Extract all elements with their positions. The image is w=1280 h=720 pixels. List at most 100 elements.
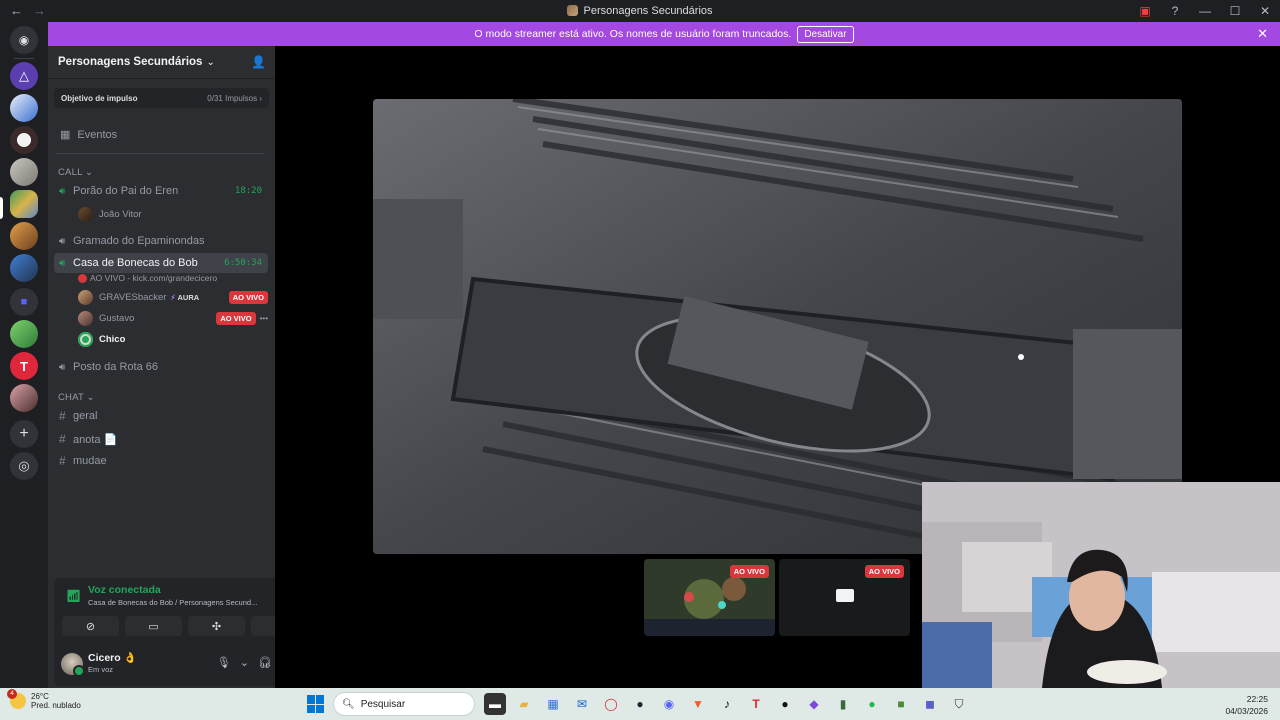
activities-button[interactable]: ✣ bbox=[188, 616, 245, 636]
discover-icon[interactable]: ◎ bbox=[10, 452, 38, 480]
brave-icon[interactable]: ▼ bbox=[687, 693, 709, 715]
voice-channel-casa[interactable]: 🔊︎ Casa de Bonecas do Bob 6:50:34 bbox=[54, 253, 268, 273]
server-icon-cat[interactable] bbox=[10, 158, 38, 186]
events-item[interactable]: ▦ Eventos bbox=[60, 128, 117, 142]
server-rail: ◉ △ ■ T + ◎ bbox=[0, 21, 48, 688]
screen-share-icon[interactable]: ▣ bbox=[1130, 4, 1160, 18]
server-icon-face[interactable] bbox=[10, 126, 38, 154]
clock-time: 22:25 bbox=[1246, 694, 1268, 704]
spotify-icon[interactable]: ● bbox=[861, 693, 883, 715]
tiktok-icon[interactable]: ♪ bbox=[716, 693, 738, 715]
notification-badge: 4 bbox=[7, 689, 17, 699]
hash-icon: # bbox=[59, 454, 66, 468]
app-icon[interactable]: ● bbox=[774, 693, 796, 715]
boost-goal-bar[interactable]: Objetivo de impulso 0/31 Impulsos › bbox=[54, 88, 269, 108]
voice-user[interactable]: João Vitor bbox=[78, 205, 268, 223]
live-badge: AO VIVO bbox=[228, 290, 268, 304]
opera-icon[interactable]: ◯ bbox=[600, 693, 622, 715]
teams-icon[interactable]: ◼ bbox=[919, 693, 941, 715]
voice-detail: Casa de Bonecas do Bob / Personagens Sec… bbox=[88, 598, 258, 607]
server-icon-girl[interactable] bbox=[10, 384, 38, 412]
store-icon[interactable]: ▦ bbox=[542, 693, 564, 715]
headphones-icon[interactable]: 🎧︎ bbox=[258, 656, 272, 669]
server-icon-personagens[interactable] bbox=[10, 190, 38, 218]
text-channel-geral[interactable]: # geral bbox=[54, 406, 268, 426]
server-icon-tf[interactable]: T bbox=[10, 352, 38, 380]
user-name: GRAVESbacker bbox=[99, 291, 167, 303]
banner-text: O modo streamer está ativo. Os nomes de … bbox=[474, 28, 792, 40]
server-icon-character[interactable] bbox=[10, 254, 38, 282]
stream-thumbnail-game[interactable]: AO VIVO bbox=[644, 559, 775, 636]
channel-status: AO VIVO - kick.com/grandecicero bbox=[78, 273, 217, 283]
close-icon[interactable]: ✕ bbox=[1257, 26, 1268, 42]
start-button[interactable] bbox=[307, 695, 325, 713]
maximize-button[interactable]: ☐ bbox=[1220, 4, 1250, 18]
app-icon-purple[interactable]: ◆ bbox=[803, 693, 825, 715]
category-chat[interactable]: CHAT ⌄ bbox=[58, 392, 95, 403]
boost-value: 0/31 Impulsos › bbox=[207, 93, 262, 103]
add-server-icon[interactable]: + bbox=[10, 420, 38, 448]
text-channel-anota[interactable]: # anota 📄 bbox=[54, 429, 268, 449]
voice-channel-gramado[interactable]: 🔊︎ Gramado do Epaminondas bbox=[54, 231, 268, 251]
steam-icon[interactable]: ● bbox=[629, 693, 651, 715]
share-screen-button[interactable]: ▭ bbox=[125, 616, 182, 636]
user-name[interactable]: Cicero 👌 bbox=[88, 651, 137, 664]
t-app-icon[interactable]: T bbox=[745, 693, 767, 715]
forward-arrow-icon[interactable]: → bbox=[33, 3, 46, 18]
hash-icon: # bbox=[59, 432, 66, 446]
channel-name: geral bbox=[73, 410, 98, 422]
speaker-icon: 🔊︎ bbox=[59, 185, 66, 197]
camera-off-button[interactable]: ⊘ bbox=[62, 616, 119, 636]
taskbar-search[interactable]: 🔍︎ Pesquisar bbox=[333, 692, 475, 716]
server-icon bbox=[567, 4, 579, 16]
disable-streamer-button[interactable]: Desativar bbox=[797, 25, 854, 43]
live-badge: AO VIVO bbox=[729, 565, 769, 578]
voice-channel-porao[interactable]: 🔊︎ Porão do Pai do Eren 18:20 bbox=[54, 181, 268, 201]
speaker-icon: 🔊︎ bbox=[59, 361, 66, 373]
chevron-down-icon[interactable]: ⌄ bbox=[240, 656, 249, 669]
shield-app-icon[interactable]: ⛉ bbox=[948, 693, 970, 715]
voice-status[interactable]: Voz conectada bbox=[88, 584, 161, 596]
server-header[interactable]: Personagens Secundários ⌄ 👤 bbox=[48, 46, 275, 79]
category-call[interactable]: CALL ⌄ bbox=[58, 167, 93, 178]
channel-sidebar: Personagens Secundários ⌄ 👤 Objetivo de … bbox=[48, 46, 317, 688]
voice-user[interactable]: Chico bbox=[78, 330, 268, 348]
avatar bbox=[78, 289, 93, 305]
minimize-button[interactable]: — bbox=[1190, 4, 1220, 18]
voice-user[interactable]: GRAVESbacker ⚡︎ AURA AO VIVO bbox=[78, 288, 268, 306]
signal-icon[interactable]: 📶︎ bbox=[66, 589, 81, 603]
user-name: Gustavo bbox=[99, 312, 135, 324]
server-icon-anime[interactable] bbox=[10, 94, 38, 122]
invite-people-icon[interactable]: 👤 bbox=[251, 55, 266, 69]
server-icon-green[interactable] bbox=[10, 320, 38, 348]
discord-icon[interactable]: ◉ bbox=[658, 693, 680, 715]
close-window-button[interactable]: ✕ bbox=[1250, 4, 1280, 18]
voice-user[interactable]: Gustavo AO VIVO ••• bbox=[78, 309, 268, 327]
voice-channel-posto[interactable]: 🔊︎ Posto da Rota 66 bbox=[54, 357, 268, 377]
taskbar-clock[interactable]: 22:25 04/03/2026 bbox=[1225, 693, 1268, 717]
weather-widget[interactable]: 4 26°C Pred. nublado bbox=[7, 689, 81, 710]
webcam-image bbox=[922, 482, 1280, 688]
microphone-icon[interactable]: 🎙︎ bbox=[217, 656, 231, 669]
user-avatar[interactable] bbox=[61, 653, 85, 677]
server-icon-orange[interactable] bbox=[10, 222, 38, 250]
text-channel-mudae[interactable]: # mudae bbox=[54, 451, 268, 471]
back-arrow-icon[interactable]: ← bbox=[10, 3, 23, 18]
file-explorer-icon[interactable]: ▰ bbox=[513, 693, 535, 715]
search-placeholder: Pesquisar bbox=[360, 698, 406, 710]
discord-home-icon[interactable]: ◉ bbox=[10, 26, 38, 54]
server-name: Personagens Secundários bbox=[58, 56, 203, 68]
app-icon-book[interactable]: ▮ bbox=[832, 693, 854, 715]
outlook-icon[interactable]: ✉ bbox=[571, 693, 593, 715]
stream-thumbnail-screen[interactable]: AO VIVO bbox=[779, 559, 910, 636]
folder-icon[interactable]: ■ bbox=[10, 288, 38, 316]
clock-date: 04/03/2026 bbox=[1225, 706, 1268, 716]
minecraft-icon[interactable]: ■ bbox=[890, 693, 912, 715]
screen-share-icon bbox=[836, 589, 854, 602]
channel-name: Porão do Pai do Eren bbox=[73, 185, 179, 197]
server-icon-triangle[interactable]: △ bbox=[10, 62, 38, 90]
help-icon[interactable]: ? bbox=[1160, 4, 1190, 18]
search-icon: 🔍︎ bbox=[342, 698, 355, 710]
task-view-icon[interactable]: ▬ bbox=[484, 693, 506, 715]
webcam-video[interactable] bbox=[922, 482, 1280, 688]
